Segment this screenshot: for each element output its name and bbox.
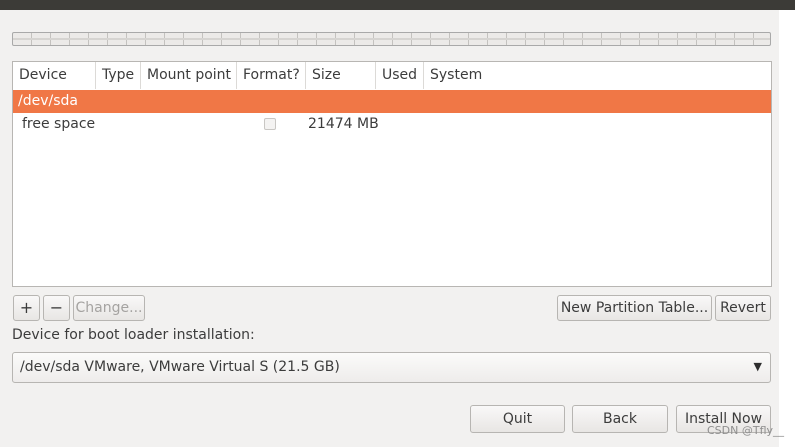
column-header-system[interactable]: System (424, 62, 771, 89)
table-row[interactable]: /dev/sda (13, 90, 771, 113)
window-titlebar (0, 0, 795, 10)
column-header-used[interactable]: Used (376, 62, 424, 89)
back-button[interactable]: Back (572, 405, 668, 433)
column-header-type[interactable]: Type (96, 62, 141, 89)
bootloader-device-select[interactable]: /dev/sda VMware, VMware Virtual S (21.5 … (12, 352, 771, 383)
format-checkbox[interactable] (264, 118, 276, 130)
column-header-size[interactable]: Size (306, 62, 376, 89)
bootloader-device-value: /dev/sda VMware, VMware Virtual S (21.5 … (20, 359, 340, 375)
revert-button[interactable]: Revert (715, 295, 771, 321)
add-partition-button[interactable]: + (13, 295, 40, 321)
device-name: free space (22, 116, 96, 132)
partition-table: Device Type Mount point Format? Size Use… (12, 61, 772, 287)
window-edge (779, 10, 795, 447)
quit-button[interactable]: Quit (470, 405, 565, 433)
device-name: /dev/sda (18, 93, 78, 109)
column-header-mount-point[interactable]: Mount point (141, 62, 237, 89)
column-header-format[interactable]: Format? (237, 62, 306, 89)
bootloader-label: Device for boot loader installation: (12, 327, 255, 343)
table-header: Device Type Mount point Format? Size Use… (13, 62, 771, 89)
change-button[interactable]: Change... (73, 295, 145, 321)
column-header-device[interactable]: Device (13, 62, 96, 89)
watermark-text: CSDN @Tfly__ (707, 424, 785, 437)
new-partition-table-button[interactable]: New Partition Table... (557, 295, 712, 321)
size-value: 21474 MB (308, 116, 379, 132)
table-row[interactable]: free space 21474 MB (13, 113, 771, 136)
remove-partition-button[interactable]: − (43, 295, 70, 321)
dropdown-arrow-icon: ▼ (753, 360, 762, 373)
partition-bar (12, 32, 771, 46)
